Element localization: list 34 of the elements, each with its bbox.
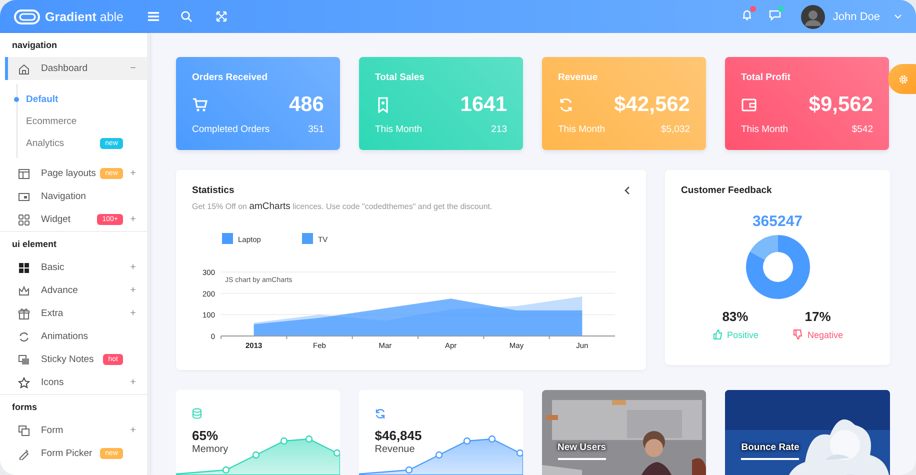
metric-label: Revenue <box>374 444 416 455</box>
section-caption: forms <box>11 401 38 414</box>
stat-sub-value: 213 <box>491 124 507 135</box>
card-title: Revenue <box>558 72 599 83</box>
section-caption: navigation <box>11 39 58 52</box>
percent-value: 17% <box>804 309 831 324</box>
card-title: Orders Received <box>192 72 269 83</box>
metric-value: 65% <box>192 428 220 443</box>
feedback-total: 365247 <box>751 213 804 230</box>
card-title: Statistics <box>192 185 234 196</box>
promo-text: Get 15% Off on amCharts licences. Use code "codedthemes" and get the discount. <box>192 201 494 212</box>
card-title: New Users <box>558 442 606 460</box>
card-title: Customer Feedback <box>681 185 773 196</box>
stat-sub-value: $5,032 <box>660 124 690 135</box>
card-title: Total Sales <box>375 72 426 83</box>
percent-value: 83% <box>722 309 748 324</box>
stat-label: This Month <box>741 124 788 135</box>
logo-text: Gradient able <box>45 10 124 24</box>
card-title: Bounce Rate <box>741 442 800 460</box>
stat-value: 486 <box>288 93 324 117</box>
stat-label: This Month <box>558 124 605 135</box>
metric-value: $46,845 <box>374 428 423 443</box>
stat-sub-value: 351 <box>308 124 324 135</box>
feedback-label: Negative <box>792 329 844 340</box>
section-caption: ui element <box>11 238 58 251</box>
card-title: Total Profit <box>741 72 792 83</box>
stat-label: This Month <box>375 124 422 135</box>
stat-value: 1641 <box>460 93 507 117</box>
stat-value: $42,562 <box>614 93 690 117</box>
stat-label: Completed Orders <box>192 124 270 135</box>
stat-sub-value: $542 <box>852 124 873 135</box>
metric-label: Memory <box>192 444 230 455</box>
feedback-label: Positive <box>712 329 758 340</box>
stat-value: $9,562 <box>808 93 873 117</box>
